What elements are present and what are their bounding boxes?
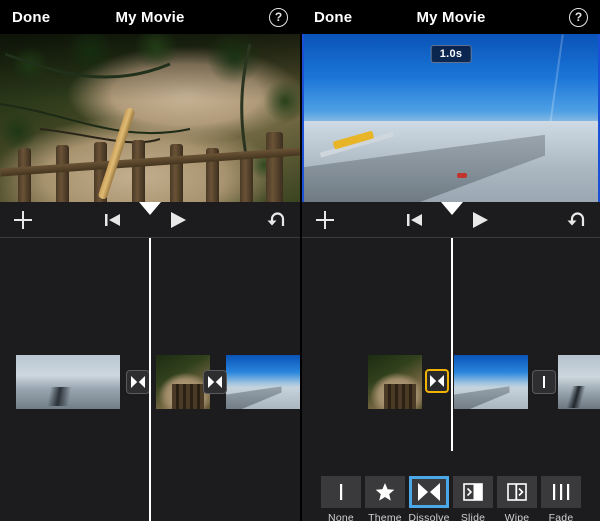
transition-option-theme[interactable]: Theme [364,476,406,521]
transition-toolbar: None Theme Dissolve Slide Wipe Fade [302,468,600,521]
transition-option-slide[interactable]: Slide [452,476,494,521]
undo-icon [567,211,585,226]
star-icon [375,483,395,501]
timeline-clip-2[interactable] [454,355,528,409]
none-icon [340,484,343,500]
timeline-clip-1[interactable] [16,355,120,409]
fade-icon [553,484,570,500]
play-button[interactable] [470,211,490,229]
transition-option-fade-box[interactable] [541,476,581,508]
play-icon [171,211,186,228]
help-icon[interactable]: ? [569,7,588,27]
undo-button[interactable] [564,211,586,229]
plus-icon [316,210,334,229]
dissolve-icon [208,376,222,388]
skip-to-start-icon [105,213,120,226]
play-button[interactable] [168,211,188,229]
right-timeline[interactable]: None Theme Dissolve Slide Wipe Fade [302,238,600,521]
transition-option-none-box[interactable] [321,476,361,508]
add-media-button[interactable] [12,209,34,231]
preview-image-creek [0,34,300,202]
undo-icon [267,211,285,226]
timeline-transition-1[interactable] [126,370,150,394]
plus-icon [14,210,32,229]
transition-option-dissolve-box[interactable] [409,476,449,508]
left-preview[interactable] [0,34,300,202]
transition-option-none[interactable]: None [320,476,362,521]
dissolve-icon [430,375,444,387]
timeline-clip-3[interactable] [558,355,600,409]
dissolve-icon [418,483,440,501]
dissolve-icon [131,376,145,388]
right-preview[interactable]: 1.0s [302,34,600,202]
timeline-clip-1[interactable] [368,355,422,409]
add-media-button[interactable] [314,209,336,231]
timeline-transition-2[interactable] [203,370,227,394]
help-icon[interactable]: ? [269,7,288,27]
skip-to-start-button[interactable] [406,212,424,228]
timeline-transition-none[interactable] [532,370,556,394]
transition-option-none-label: None [328,512,354,521]
skip-to-start-icon [407,213,422,226]
screenshot-root: Done My Movie ? Done My Movie ? 1.0s Non… [0,0,600,521]
transition-option-slide-box[interactable] [453,476,493,508]
transition-options-row: None Theme Dissolve Slide Wipe Fade [320,476,582,521]
right-playhead[interactable] [451,238,453,451]
skip-to-start-button[interactable] [104,212,122,228]
slide-icon [463,483,483,501]
transition-option-fade-label: Fade [548,512,574,521]
play-icon [473,211,488,228]
right-navbar: Done My Movie ? [302,0,600,34]
transition-duration-badge: 1.0s [430,45,472,63]
transition-option-fade[interactable]: Fade [540,476,582,521]
transition-option-dissolve[interactable]: Dissolve [408,476,450,521]
timeline-clip-2[interactable] [156,355,210,409]
contrail [548,34,564,132]
timeline-transition-selected[interactable] [425,369,449,393]
left-playhead[interactable] [149,238,151,521]
right-panel: Done My Movie ? 1.0s None Theme Dissolve… [300,0,600,521]
wipe-icon [507,483,527,501]
right-control-bar [302,202,600,238]
none-icon [543,376,545,388]
transition-option-wipe-label: Wipe [504,512,530,521]
left-playhead-marker [139,202,161,215]
left-control-bar [0,202,300,238]
transition-option-dissolve-label: Dissolve [408,512,450,521]
transition-option-slide-label: Slide [460,512,486,521]
done-button[interactable]: Done [314,9,352,26]
transition-option-theme-label: Theme [368,512,402,521]
transition-option-wipe-box[interactable] [497,476,537,508]
timeline-clip-3[interactable] [226,355,300,409]
fence-layer [0,130,300,202]
right-playhead-marker [441,202,463,215]
transition-option-theme-box[interactable] [365,476,405,508]
transition-option-wipe[interactable]: Wipe [496,476,538,521]
undo-button[interactable] [264,211,286,229]
left-timeline[interactable] [0,238,300,521]
left-navbar: Done My Movie ? [0,0,300,34]
left-panel: Done My Movie ? [0,0,300,521]
transition-options-panel: None Theme Dissolve Slide Wipe Fade [302,468,600,521]
done-button[interactable]: Done [12,9,50,26]
wing-red-marker [456,173,467,179]
